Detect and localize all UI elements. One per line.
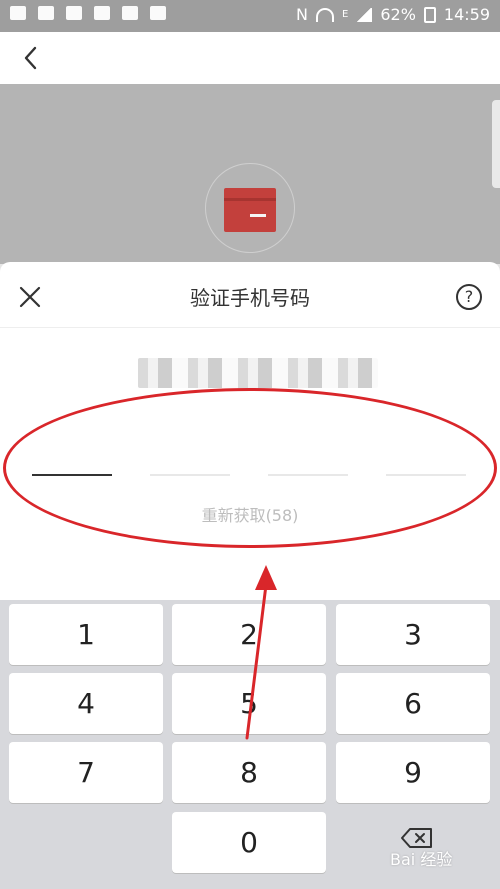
- key-7[interactable]: 7: [9, 742, 163, 803]
- nfc-indicator: N: [296, 5, 308, 24]
- signal-icon: [356, 7, 373, 22]
- sheet-title: 验证手机号码: [190, 286, 310, 310]
- clock: 14:59: [443, 5, 490, 24]
- news-icon: [66, 6, 82, 20]
- mail-icon: [94, 6, 110, 20]
- key-5[interactable]: 5: [172, 673, 326, 734]
- top-bar: [0, 32, 500, 84]
- key-0[interactable]: 0: [172, 812, 326, 873]
- back-icon[interactable]: [18, 44, 46, 72]
- key-1[interactable]: 1: [9, 604, 163, 665]
- status-system-icons: N E 62% 14:59: [296, 5, 490, 24]
- bank-card-icon: [224, 188, 276, 232]
- wifi-icon: [316, 7, 334, 22]
- baidu-jingyan-watermark: Bai 经验: [390, 850, 453, 869]
- key-8[interactable]: 8: [172, 742, 326, 803]
- play-icon: [38, 6, 54, 20]
- status-bar: N E 62% 14:59: [0, 0, 500, 32]
- sheet-divider: [0, 327, 500, 328]
- key-3[interactable]: 3: [336, 604, 490, 665]
- network-type-indicator: E: [342, 9, 349, 20]
- help-icon[interactable]: ?: [456, 284, 482, 310]
- missed-call-icon: [150, 6, 166, 20]
- key-2[interactable]: 2: [172, 604, 326, 665]
- download-icon: [122, 6, 138, 20]
- battery-percent: 62%: [380, 5, 416, 24]
- key-9[interactable]: 9: [336, 742, 490, 803]
- key-6[interactable]: 6: [336, 673, 490, 734]
- masked-phone-number: [138, 358, 378, 388]
- gallery-icon: [10, 6, 26, 20]
- status-notification-icons: [10, 6, 166, 20]
- scroll-indicator: [492, 100, 500, 188]
- annotation-ellipse: [3, 388, 497, 548]
- key-4[interactable]: 4: [9, 673, 163, 734]
- battery-icon: [423, 6, 436, 23]
